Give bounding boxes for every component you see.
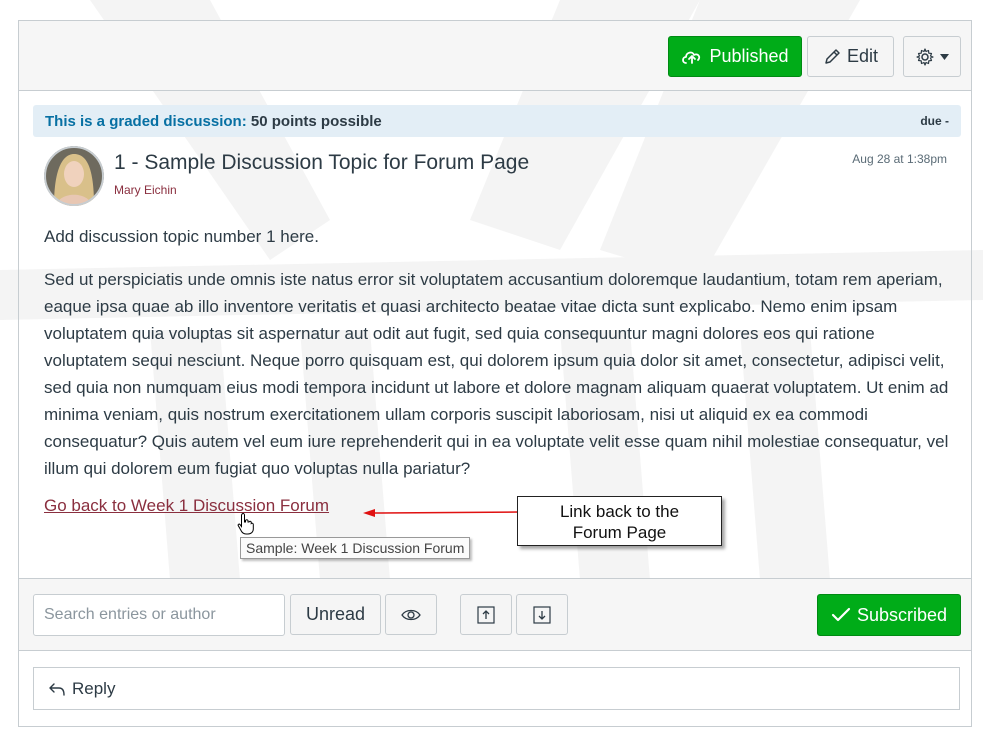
topic-intro: Add discussion topic number 1 here. [44, 227, 319, 246]
post-date: Aug 28 at 1:38pm [852, 152, 947, 166]
topic-title: 1 - Sample Discussion Topic for Forum Pa… [114, 151, 530, 174]
edit-label: Edit [846, 46, 879, 66]
unread-label: Unread [305, 604, 366, 624]
callout-line-1: Link back to the [559, 502, 680, 521]
edit-button[interactable]: Edit [807, 36, 894, 77]
collapse-icon [477, 605, 495, 624]
published-label: Published [709, 46, 789, 66]
back-to-forum-link[interactable]: Go back to Week 1 Discussion Forum [44, 496, 329, 516]
points-possible: 50 points possible [250, 112, 382, 130]
reply-arrow-icon [49, 682, 65, 696]
callout-line-2: Forum Page [572, 523, 667, 542]
mark-read-button[interactable] [385, 594, 437, 635]
search-input[interactable] [33, 594, 285, 636]
author-name[interactable]: Mary Eichin [114, 183, 177, 197]
link-tooltip: Sample: Week 1 Discussion Forum [240, 537, 471, 559]
pencil-icon [825, 48, 840, 64]
topic-body: Sed ut perspiciatis unde omnis iste natu… [44, 270, 949, 478]
discussion-panel: Published Edit This is a graded discussi… [18, 20, 972, 727]
annotation-callout: Link back to the Forum Page [517, 496, 722, 546]
avatar[interactable] [44, 146, 104, 206]
subscribed-button[interactable]: Subscribed [817, 594, 961, 636]
discussion-toolbar: Unread Subscribed [19, 578, 971, 651]
caret-down-icon [939, 53, 949, 60]
due-date: due - [920, 114, 949, 128]
subscribed-label: Subscribed [856, 604, 948, 625]
graded-discussion-banner: This is a graded discussion: 50 points p… [33, 105, 961, 137]
graded-label: This is a graded discussion: [45, 112, 247, 130]
collapse-replies-button[interactable] [460, 594, 512, 635]
annotation-arrow [363, 509, 519, 517]
expand-icon [533, 605, 551, 624]
cloud-upload-icon [682, 51, 701, 64]
expand-replies-button[interactable] [516, 594, 568, 635]
gear-icon [915, 47, 934, 66]
hand-cursor-icon [237, 513, 254, 535]
checkmark-icon [831, 607, 851, 622]
reply-label: Reply [72, 678, 116, 698]
reply-button[interactable]: Reply [33, 667, 960, 710]
published-button[interactable]: Published [668, 36, 802, 77]
settings-menu-button[interactable] [903, 36, 961, 77]
top-toolbar: Published Edit [19, 21, 971, 91]
unread-button[interactable]: Unread [290, 594, 381, 635]
eye-icon [401, 609, 421, 620]
